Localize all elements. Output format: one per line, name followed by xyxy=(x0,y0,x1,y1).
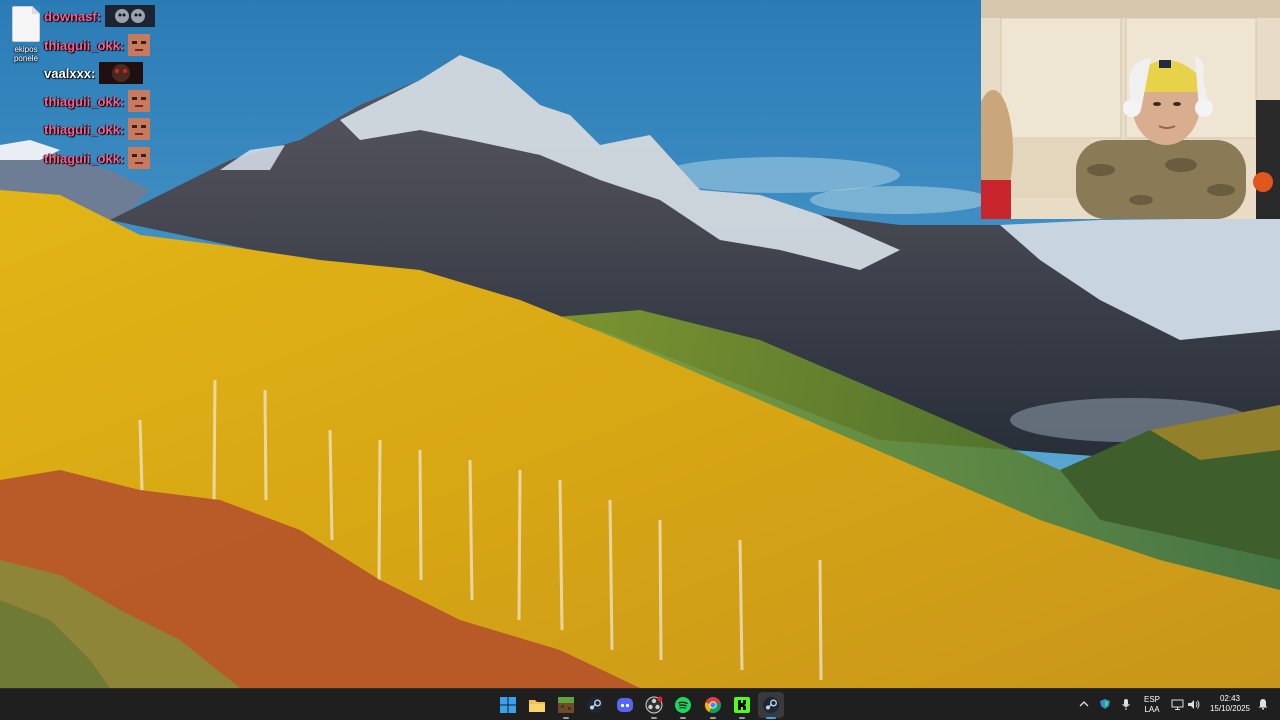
running-indicator xyxy=(710,717,716,719)
face-emote xyxy=(128,118,151,140)
tray-network-icon[interactable] xyxy=(1170,697,1184,711)
clock-date: 15/10/2025 xyxy=(1209,704,1251,713)
language-indicator[interactable]: ESP LAA xyxy=(1140,695,1164,715)
taskbar-steam-active[interactable] xyxy=(758,692,784,719)
windows-logo-icon xyxy=(500,697,516,713)
taskbar-obs-studio[interactable] xyxy=(641,692,667,719)
obs-studio-icon xyxy=(645,696,663,714)
chevron-up-icon xyxy=(1079,701,1089,707)
chat-username: thiaguii_okk: xyxy=(44,37,125,53)
active-indicator xyxy=(766,717,776,719)
chat-message: thiaguii_okk: xyxy=(44,33,151,57)
minecraft-block-icon xyxy=(558,697,574,713)
face-emote xyxy=(128,34,151,56)
chat-username: thiaguii_okk: xyxy=(44,93,125,109)
running-indicator xyxy=(680,717,686,719)
taskbar-spotify[interactable] xyxy=(670,692,696,719)
bell-icon xyxy=(1258,699,1268,710)
folder-icon xyxy=(529,700,545,712)
keyboard-layout-code: LAA xyxy=(1144,705,1160,714)
clock[interactable]: 02:43 15/10/2025 xyxy=(1204,694,1256,714)
taskbar-file-explorer[interactable] xyxy=(524,692,550,718)
chat-username: thiaguii_okk: xyxy=(44,121,125,137)
taskbar-chrome[interactable] xyxy=(700,692,726,719)
desktop-file-label: ekipos ponele xyxy=(6,45,46,63)
document-file-icon xyxy=(12,6,40,42)
desktop-file-label-line2: ponele xyxy=(13,54,39,63)
twin-faces-emote xyxy=(105,5,156,27)
steam-icon xyxy=(587,697,603,713)
face-emote xyxy=(128,90,151,112)
discord-icon xyxy=(617,698,633,712)
chat-username: vaalxxx: xyxy=(44,65,96,81)
chat-message: vaalxxx: xyxy=(44,61,144,85)
show-hidden-icons-button[interactable] xyxy=(1077,697,1091,711)
webcam-overlay xyxy=(981,0,1280,219)
chat-username: downasf: xyxy=(44,8,102,24)
steam-active-icon xyxy=(763,697,779,713)
running-indicator xyxy=(563,717,569,719)
face-emote xyxy=(128,147,151,169)
chat-message: downasf: xyxy=(44,4,156,28)
taskbar: ESP LAA 02:43 15/10/2025 xyxy=(0,688,1280,720)
microphone-icon xyxy=(1122,698,1130,710)
tray-volume-icon[interactable] xyxy=(1186,697,1200,711)
chat-message: thiaguii_okk: xyxy=(44,146,151,170)
spotify-icon xyxy=(675,697,691,713)
tray-microphone-icon[interactable] xyxy=(1119,697,1133,711)
kick-icon xyxy=(734,697,750,713)
running-indicator xyxy=(651,717,657,719)
clock-time: 02:43 xyxy=(1219,694,1241,703)
taskbar-kick[interactable] xyxy=(729,692,755,719)
network-monitor-icon xyxy=(1171,699,1183,710)
shield-icon xyxy=(1100,699,1110,709)
tray-security-icon[interactable] xyxy=(1098,697,1112,711)
speaker-icon xyxy=(1187,699,1199,709)
notification-button[interactable] xyxy=(1256,697,1270,711)
language-code: ESP xyxy=(1143,695,1160,704)
desktop-file-label-line1: ekipos xyxy=(14,45,38,54)
start-button[interactable] xyxy=(495,692,521,718)
webcam-feed xyxy=(981,0,1280,219)
chat-username: thiaguii_okk: xyxy=(44,150,125,166)
taskbar-steam[interactable] xyxy=(582,692,608,718)
running-indicator xyxy=(739,717,745,719)
taskbar-discord[interactable] xyxy=(612,692,638,718)
chat-message: thiaguii_okk: xyxy=(44,117,151,141)
chrome-icon xyxy=(704,697,722,714)
desktop-file-shortcut[interactable]: ekipos ponele xyxy=(6,6,46,63)
red-eyes-emote xyxy=(99,62,144,84)
taskbar-minecraft-launcher[interactable] xyxy=(553,692,579,719)
chat-message: thiaguii_okk: xyxy=(44,89,151,113)
desktop: ekipos ponele downasf: thiaguii_okk: vaa… xyxy=(0,0,1280,688)
